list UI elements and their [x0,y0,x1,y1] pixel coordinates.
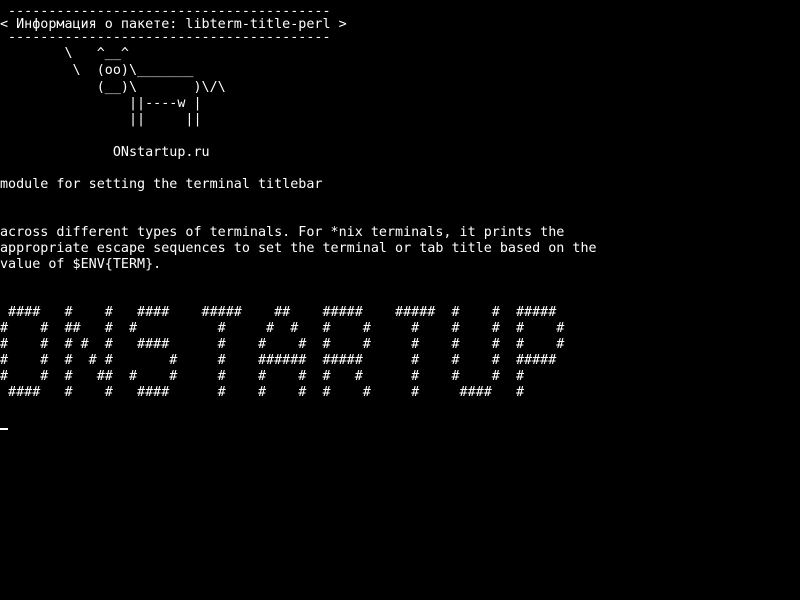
text-cursor [0,428,8,430]
site-label: ONstartup.ru [0,145,210,160]
banner-line: # # # # # #### # # # # # # # # # # [0,337,565,352]
banner-line: #### # # #### ##### ## ##### ##### # # #… [0,305,557,320]
banner-line: #### # # #### # # # # # # #### # [0,385,525,400]
cow-art-line: || || [0,112,202,127]
cow-art-line: \ (oo)\_______ [0,63,194,78]
banner-line: # # # # # # # ###### ##### # # # ##### [0,353,557,368]
description-line: appropriate escape sequences to set the … [0,241,597,256]
description-line: value of $ENV{TERM}. [0,257,162,272]
cow-art-line: ||----w | [0,96,202,111]
cow-art-line: \ ^__^ [0,46,129,61]
cow-art-line: (__)\ )\/\ [0,80,226,95]
package-summary: module for setting the terminal titlebar [0,177,323,192]
terminal-screen[interactable]: ----------------------------------------… [0,0,800,600]
description-line: across different types of terminals. For… [0,225,565,240]
banner-line: # # ## # # # # # # # # # # # # [0,321,565,336]
banner-line: # # # ## # # # # # # # # # # # [0,369,525,384]
cowsay-border-bottom: ---------------------------------------- [0,30,331,45]
